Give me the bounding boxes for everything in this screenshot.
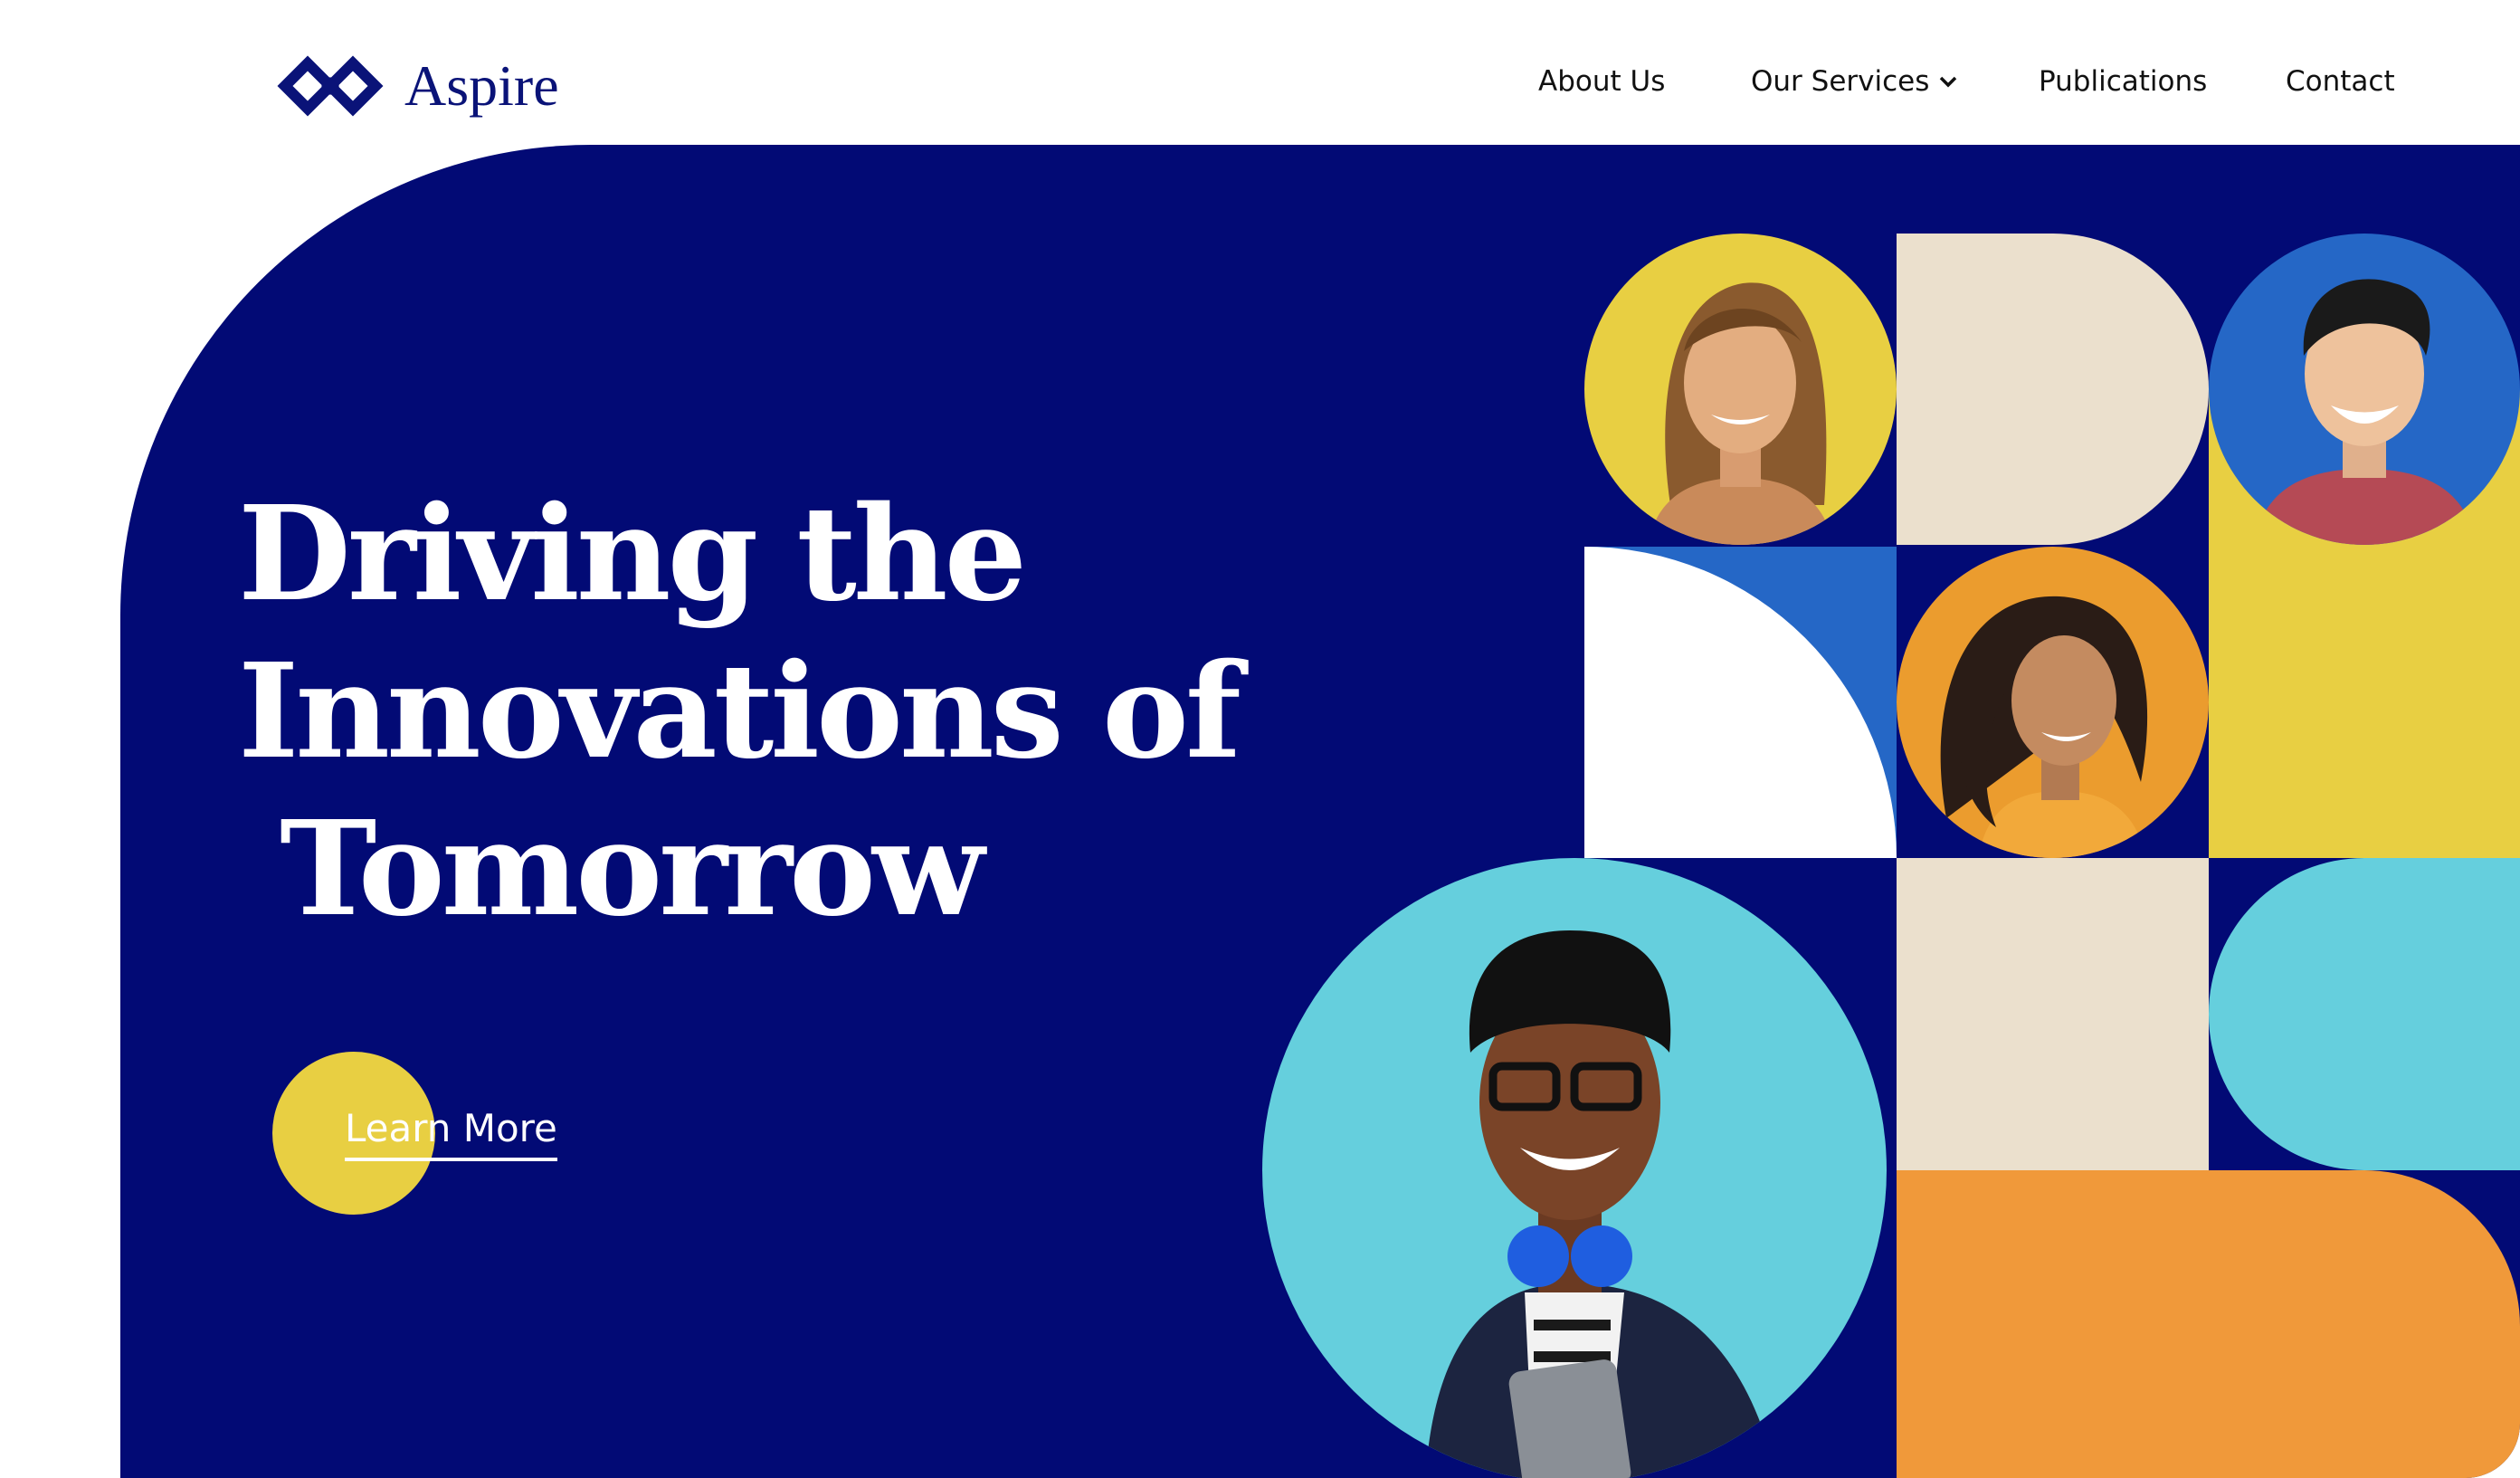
learn-more-button[interactable]: Learn More xyxy=(345,1106,557,1161)
diamond-chain-logo-icon xyxy=(277,55,384,117)
brand-logo[interactable]: Aspire xyxy=(276,50,559,122)
beige-rounded-block-top xyxy=(1897,234,2209,545)
hero-headline-line-3: Tomorrow xyxy=(238,792,984,945)
nav-link-contact[interactable]: Contact xyxy=(2286,65,2395,98)
person-portrait-icon xyxy=(1940,596,2148,858)
person-portrait-icon xyxy=(2254,279,2476,545)
nav-link-our-services[interactable]: Our Services xyxy=(1751,65,1958,98)
nav-link-our-services-label: Our Services xyxy=(1751,65,1930,98)
hero-headline: Driving the Innovations of Tomorrow xyxy=(238,475,1324,948)
nav-link-about-us[interactable]: About Us xyxy=(1538,65,1665,98)
chevron-down-icon xyxy=(1940,76,1957,88)
hero-section: Driving the Innovations of Tomorrow Lear… xyxy=(120,145,2520,1478)
hero-headline-line-2: Innovations of xyxy=(238,634,1241,787)
avatar-man-smiling xyxy=(2209,234,2520,545)
orange-rounded-block xyxy=(1897,1170,2520,1478)
hero-headline-line-1: Driving the xyxy=(238,477,1027,630)
top-navigation: Aspire About Us Our Services Publication… xyxy=(0,0,2520,145)
nav-link-publications[interactable]: Publications xyxy=(2039,65,2207,98)
cyan-rounded-block xyxy=(2209,858,2520,1170)
avatar-man-glasses-headphones xyxy=(1262,858,1887,1478)
person-portrait-icon xyxy=(1425,930,1777,1478)
brand-name: Aspire xyxy=(404,53,559,118)
page-frame: Aspire About Us Our Services Publication… xyxy=(0,0,2520,1478)
person-portrait-icon xyxy=(1648,282,1833,545)
avatar-woman-curly-hair xyxy=(1897,547,2209,858)
avatar-woman-blonde xyxy=(1584,234,1897,545)
beige-square-block xyxy=(1897,858,2209,1170)
